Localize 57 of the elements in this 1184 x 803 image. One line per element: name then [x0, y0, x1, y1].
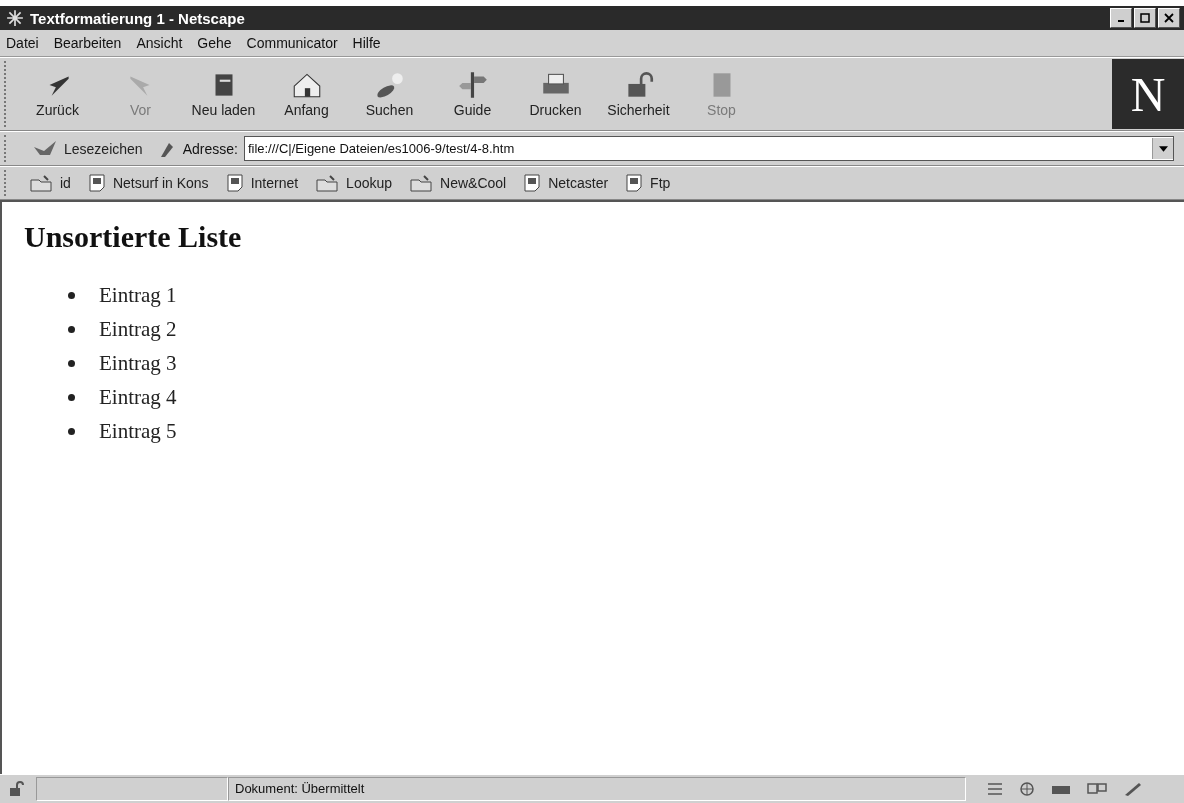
maximize-button[interactable] [1134, 8, 1156, 28]
address-label: Adresse: [182, 140, 238, 157]
toolbar-button[interactable]: Guide [431, 61, 514, 127]
menu-item[interactable]: Communicator [246, 35, 338, 51]
toolbar-button[interactable]: Sicherheit [597, 61, 680, 127]
menu-item[interactable]: Bearbeiten [53, 35, 122, 51]
document-icon [524, 174, 541, 192]
document-icon [88, 174, 105, 192]
bookmark-button[interactable]: Netcaster [520, 174, 613, 192]
toolbar-button[interactable]: Drucken [514, 61, 597, 127]
list-item: Eintrag 4 [99, 384, 177, 411]
chat-icon[interactable] [1086, 781, 1108, 797]
list-icon[interactable] [986, 781, 1004, 797]
bookmark-button[interactable]: Lookup [312, 174, 397, 192]
list-bullet [68, 427, 75, 435]
close-button[interactable] [1158, 8, 1180, 28]
menu-item[interactable]: Gehe [197, 35, 232, 51]
toolbar-button[interactable]: Neu laden [182, 61, 265, 127]
list-bullet [68, 393, 75, 401]
list-item: Eintrag 1 [99, 282, 177, 309]
toolbar-button[interactable]: Anfang [265, 61, 348, 127]
toolbar-button[interactable]: Zurück [16, 61, 99, 127]
menu-item[interactable]: Ansicht [136, 35, 183, 51]
bookmark-button[interactable]: New&Cool [406, 174, 511, 192]
minimize-button[interactable] [1110, 8, 1132, 28]
list-item: Eintrag 2 [99, 316, 177, 343]
bookmarks-button[interactable]: Lesezeichen [22, 138, 151, 159]
list-item: Eintrag 5 [99, 418, 177, 445]
address-field[interactable]: file:///C|/Eigene Dateien/es1006-9/test/4-8.htm [243, 136, 1174, 161]
dropdown-button[interactable] [1152, 138, 1173, 159]
menu-item[interactable]: Datei [6, 35, 39, 51]
folder-icon [410, 174, 433, 192]
maximize-icon [1140, 13, 1150, 23]
list-bullet [68, 325, 75, 333]
toolbar-button[interactable]: Suchen [348, 61, 431, 127]
folder-icon [316, 174, 339, 192]
window-title: Textformatierung 1 - Netscape [30, 9, 245, 27]
menu-item[interactable]: Hilfe [352, 35, 381, 51]
app-icon [6, 9, 24, 27]
status-text: Dokument: Übermittelt [228, 777, 966, 801]
bookmark-button[interactable]: Internet [222, 174, 303, 192]
list-bullet [68, 291, 75, 299]
logo: N [1112, 59, 1184, 129]
padlock-icon [8, 781, 26, 797]
page-heading: Unsortierte Liste [24, 220, 243, 254]
document-icon [226, 174, 243, 192]
minimize-icon [1118, 20, 1124, 22]
bookmark-button[interactable]: Netsurf in Kons [84, 174, 213, 192]
close-icon [1164, 13, 1174, 23]
folder-icon [30, 174, 52, 192]
document-icon [626, 174, 643, 192]
list-item: Eintrag 3 [99, 350, 177, 377]
bookmark-button[interactable]: Ftp [622, 174, 675, 192]
list-bullet [68, 359, 75, 367]
bookmark-button[interactable]: id [26, 174, 75, 192]
caret-icon [1158, 145, 1168, 152]
globe-icon[interactable] [1018, 781, 1036, 797]
